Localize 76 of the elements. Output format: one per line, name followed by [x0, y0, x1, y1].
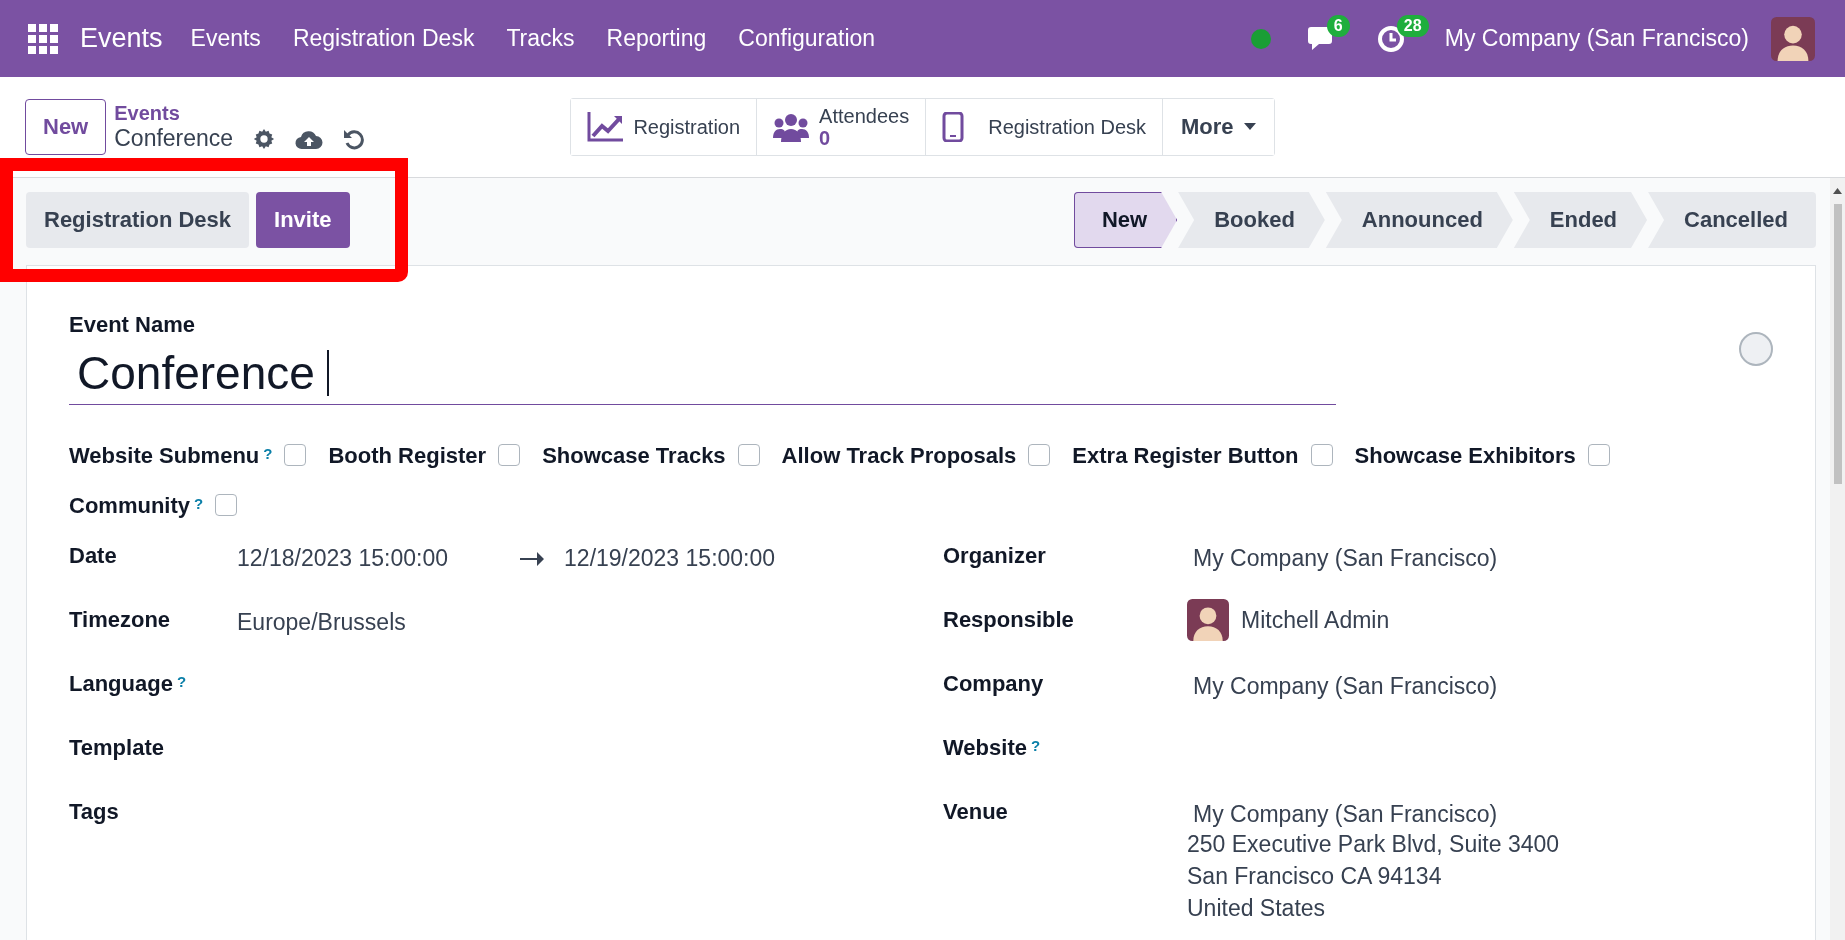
- field-label: Organizer: [943, 543, 1046, 569]
- header-button[interactable]: Registration Desk: [26, 192, 250, 248]
- app-title: Events: [80, 23, 163, 54]
- field-label: Template: [69, 735, 164, 761]
- new-button[interactable]: New: [25, 99, 107, 155]
- field-label: Showcase Tracks: [542, 443, 726, 469]
- checkbox[interactable]: [1028, 444, 1051, 466]
- breadcrumb-current: Conference: [114, 125, 234, 152]
- field-value: Europe/Brussels: [237, 608, 407, 636]
- field-label: Timezone: [69, 607, 171, 633]
- field-label: Tags: [69, 799, 119, 825]
- field-value: My Company (San Francisco): [1193, 800, 1499, 828]
- checkbox[interactable]: [284, 444, 307, 466]
- presence-icon: [1250, 28, 1271, 49]
- checkbox[interactable]: [498, 444, 521, 466]
- help-tooltip[interactable]: ?: [194, 495, 204, 512]
- clock-icon[interactable]: [1376, 24, 1405, 53]
- menu-item[interactable]: Tracks: [490, 0, 591, 77]
- apps-menu-icon[interactable]: [28, 23, 58, 54]
- field-label: Allow Track Proposals: [781, 443, 1017, 469]
- checkbox[interactable]: [737, 444, 760, 466]
- address-line: San Francisco CA 94134: [1187, 862, 1443, 891]
- field-label: Event Name: [69, 312, 196, 338]
- caret-icon: [1243, 123, 1256, 131]
- stage-step[interactable]: Cancelled: [1648, 192, 1816, 248]
- people-icon: [773, 112, 810, 142]
- scroll-up-icon: [1833, 188, 1842, 194]
- scrollbar[interactable]: [1830, 178, 1845, 940]
- user-avatar: [1771, 16, 1815, 61]
- field-label: Venue: [943, 799, 1008, 825]
- stage-step[interactable]: Ended: [1513, 192, 1648, 248]
- smart-button[interactable]: Registration: [571, 99, 758, 155]
- field-label: Responsible: [943, 607, 1074, 633]
- menu-item[interactable]: Configuration: [722, 0, 892, 77]
- field-label: Date: [69, 543, 117, 569]
- field-label: Extra Register Button: [1072, 443, 1299, 469]
- date-value: 12/18/2023 15:00:00: [237, 545, 449, 572]
- field-value: My Company (San Francisco): [1193, 544, 1499, 572]
- address-line: 250 Executive Park Blvd, Suite 3400: [1187, 830, 1561, 859]
- help-tooltip[interactable]: ?: [263, 445, 273, 462]
- menu-item[interactable]: Registration Desk: [276, 0, 491, 77]
- checkbox[interactable]: [1587, 444, 1610, 466]
- field-label: Company: [943, 671, 1044, 697]
- arrow-icon: [520, 551, 545, 566]
- event-name-field[interactable]: Conference: [69, 342, 1336, 405]
- stage-step[interactable]: New: [1073, 192, 1178, 248]
- invite-button[interactable]: Invite: [256, 192, 350, 248]
- settings-icon[interactable]: [253, 127, 276, 150]
- menu-item[interactable]: Events: [174, 0, 277, 77]
- field-label: Website Submenu: [69, 443, 260, 469]
- phone-icon: [942, 112, 965, 142]
- help-tooltip[interactable]: ?: [1030, 737, 1041, 754]
- activity-count-badge: 28: [1396, 14, 1429, 37]
- undo-icon[interactable]: [343, 127, 366, 150]
- address-line: United States: [1187, 894, 1327, 923]
- checkbox[interactable]: [1310, 444, 1333, 466]
- field-label: Showcase Exhibitors: [1354, 443, 1576, 469]
- priority-circle-icon[interactable]: [1739, 332, 1773, 366]
- menu-item[interactable]: Reporting: [590, 0, 723, 77]
- user-name: Mitchell Admin: [1241, 606, 1390, 634]
- chart-icon: [587, 112, 624, 142]
- date-value: 12/19/2023 15:00:00: [564, 545, 776, 572]
- company-switcher[interactable]: My Company (San Francisco): [1444, 25, 1749, 52]
- field-label: Website: [943, 735, 1027, 761]
- field-label: Booth Register: [328, 443, 487, 469]
- user-avatar: [1187, 599, 1229, 641]
- stage-step[interactable]: Announced: [1325, 192, 1513, 248]
- stage-step[interactable]: Booked: [1178, 192, 1325, 248]
- field-label: Language: [69, 671, 173, 697]
- field-value: My Company (San Francisco): [1193, 672, 1499, 700]
- checkbox[interactable]: [215, 494, 238, 516]
- message-count-badge: 6: [1326, 14, 1350, 37]
- help-tooltip[interactable]: ?: [176, 673, 187, 690]
- field-label: Community: [69, 493, 190, 519]
- breadcrumb-link[interactable]: Events: [114, 102, 366, 125]
- scrollbar-thumb[interactable]: [1833, 204, 1842, 484]
